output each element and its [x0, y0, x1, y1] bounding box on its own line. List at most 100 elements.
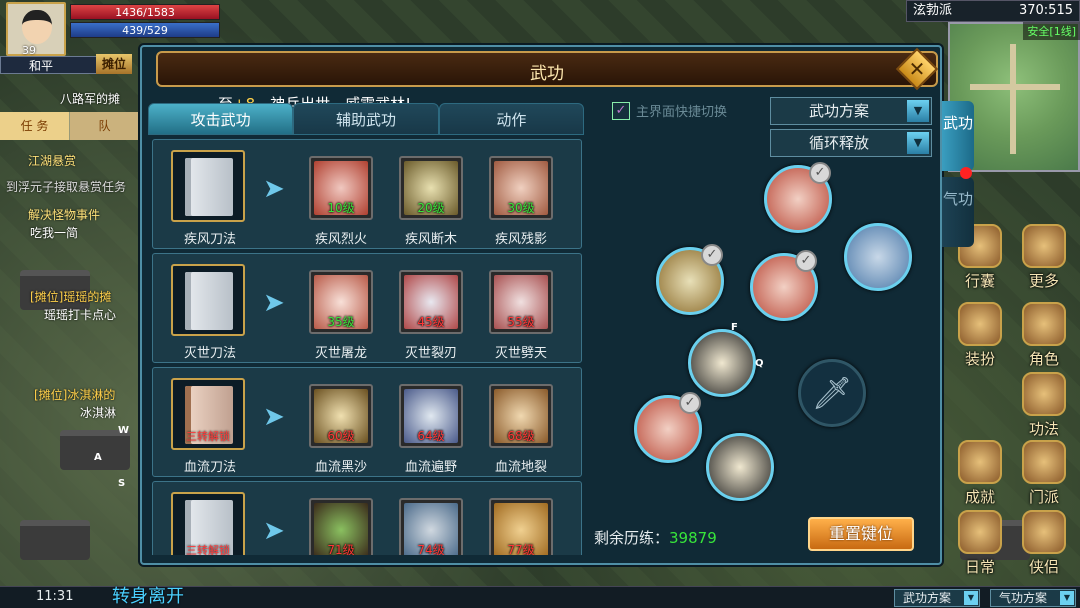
- tab-team[interactable]: 队: [70, 112, 140, 140]
- skill-book[interactable]: 三转解锁: [171, 492, 245, 555]
- quest-tabs: 任 务 队: [0, 112, 140, 140]
- bottom-qigong-select[interactable]: 气功方案 ▼: [990, 589, 1076, 607]
- quick-switch-toggle[interactable]: ✓ 主界面快捷切换: [612, 101, 727, 120]
- skill-slot[interactable]: 77级: [489, 498, 553, 555]
- feed-line[interactable]: 八路军的摊: [60, 90, 120, 107]
- side-tab-qigong[interactable]: 气功: [942, 177, 974, 247]
- transform-text[interactable]: 转身离开: [112, 582, 184, 608]
- skill-slot[interactable]: 45级: [399, 270, 463, 334]
- skill-name: 血流遍野: [404, 460, 457, 475]
- feed-line[interactable]: [摊位]冰淇淋的: [34, 386, 115, 403]
- skill-slot[interactable]: 10级: [309, 156, 373, 220]
- wheel-skill-slot[interactable]: ✓: [656, 244, 724, 315]
- menu-partner[interactable]: 侠侣: [1012, 510, 1076, 577]
- tab-support[interactable]: 辅助武功: [293, 103, 439, 135]
- skill-book[interactable]: [171, 264, 245, 336]
- skill-slot[interactable]: 68级: [489, 384, 553, 448]
- sect-icon: [1022, 440, 1066, 484]
- skill-book[interactable]: 三转解锁: [171, 378, 245, 450]
- wheel-skill-slot[interactable]: ✓: [750, 250, 818, 321]
- skill-row: 疾风刀法 ➤ 10级 疾风烈火 20级 疾风断木 30级 疾风残影: [152, 139, 582, 249]
- hp-bar: 1436/1583: [70, 4, 220, 20]
- arrow-icon: ➤: [263, 516, 285, 546]
- sword-icon: 🗡: [811, 374, 853, 412]
- menu-more[interactable]: 更多: [1012, 224, 1076, 291]
- character-icon: [1022, 302, 1066, 346]
- chevron-down-icon: ▼: [1060, 591, 1074, 605]
- skill-slot[interactable]: 20级: [399, 156, 463, 220]
- skill-scheme-select[interactable]: 武功方案 ▼: [770, 97, 932, 125]
- cast-mode-select[interactable]: 循环释放 ▼: [770, 129, 932, 157]
- menu-skills[interactable]: 功法: [1012, 372, 1076, 439]
- skill-row: 灭世刀法 ➤ 35级 灭世屠龙 45级 灭世裂刃 55级 灭世劈天: [152, 253, 582, 363]
- menu-costume[interactable]: 装扮: [948, 302, 1012, 369]
- menu-character[interactable]: 角色: [1012, 302, 1076, 369]
- feed-line[interactable]: [摊位]瑶瑶的摊: [30, 288, 111, 305]
- wheel-skill-slot[interactable]: [706, 433, 774, 501]
- stall-button[interactable]: 摊位: [96, 54, 132, 74]
- skill-slot[interactable]: 74级: [399, 498, 463, 555]
- world-house: [20, 520, 90, 560]
- chevron-down-icon: ▼: [964, 591, 978, 605]
- wheel-skill-slot[interactable]: ✓: [764, 162, 832, 233]
- skill-book[interactable]: [171, 150, 245, 222]
- panel-title: 武功: [530, 64, 564, 84]
- skill-slot[interactable]: 35级: [309, 270, 373, 334]
- feed-line[interactable]: 到浮元子接取悬赏任务: [6, 178, 126, 195]
- notification-dot: [960, 167, 972, 179]
- close-icon: ✕: [908, 57, 926, 81]
- book-name: 血流刀法: [183, 460, 236, 475]
- reset-keys-button[interactable]: 重置键位: [808, 517, 914, 551]
- player-avatar[interactable]: 39: [6, 2, 66, 57]
- skill-slot[interactable]: 64级: [399, 384, 463, 448]
- arrow-icon: ➤: [263, 288, 285, 318]
- key-a: A: [94, 452, 102, 463]
- pk-mode-select[interactable]: 和平: [0, 56, 100, 74]
- skill-slot[interactable]: 55级: [489, 270, 553, 334]
- wheel-skill-slot[interactable]: F Q: [688, 322, 764, 397]
- panel-header: 武功 ✕: [156, 47, 939, 91]
- key-q-label: Q: [755, 358, 764, 369]
- skill-row: 三转解锁 血流刀法 ➤ 60级 血流黑沙 64级 血流遍野 68级 血流地裂: [152, 367, 582, 477]
- wheel-skill-slot[interactable]: ✓: [634, 392, 702, 463]
- calendar-icon: [958, 510, 1002, 554]
- skill-slot[interactable]: 71级: [309, 498, 373, 555]
- feed-line[interactable]: 解决怪物事件: [28, 206, 100, 223]
- book-name: 疾风刀法: [183, 232, 236, 247]
- skill-slot[interactable]: 30级: [489, 156, 553, 220]
- partner-icon: [1022, 510, 1066, 554]
- trophy-icon: [958, 440, 1002, 484]
- tab-quest[interactable]: 任 务: [0, 112, 70, 140]
- map-coords: 370:515: [1018, 3, 1073, 18]
- feed-line: 冰淇淋: [80, 406, 117, 420]
- tab-action[interactable]: 动作: [438, 103, 584, 135]
- skill-list[interactable]: 疾风刀法 ➤ 10级 疾风烈火 20级 疾风断木 30级 疾风残影 灭世刀法 ➤…: [152, 139, 582, 555]
- chevron-down-icon: ▼: [907, 132, 929, 154]
- skill-name: 灭世屠龙: [314, 346, 367, 361]
- key-f-label: F: [731, 322, 738, 333]
- menu-achievement[interactable]: 成就: [948, 440, 1012, 507]
- mp-bar: 439/529: [70, 22, 220, 38]
- wheel-skill-slot[interactable]: [844, 223, 912, 291]
- chevron-down-icon: ▼: [907, 100, 929, 122]
- menu-sect[interactable]: 门派: [1012, 440, 1076, 507]
- check-icon: ✓: [679, 392, 701, 414]
- feed-line[interactable]: 江湖悬赏: [28, 152, 76, 169]
- skill-name: 血流黑沙: [314, 460, 367, 475]
- map-name: 泫勃派: [913, 3, 953, 18]
- checkbox-icon[interactable]: ✓: [612, 101, 630, 120]
- check-icon: ✓: [809, 162, 831, 184]
- skill-name: 疾风残影: [494, 232, 547, 247]
- tab-attack[interactable]: 攻击武功: [148, 103, 294, 135]
- safe-zone-tag: 安全[1线]: [1023, 22, 1080, 40]
- wheel-basic-attack[interactable]: 🗡: [798, 359, 866, 427]
- side-tab-martial[interactable]: 武功: [942, 101, 974, 171]
- skill-slot[interactable]: 60级: [309, 384, 373, 448]
- skill-name: 灭世裂刃: [404, 346, 457, 361]
- skill-row: 三转解锁 ➤ 71级 74级 77级: [152, 481, 582, 555]
- skill-name: 疾风烈火: [314, 232, 367, 247]
- menu-daily[interactable]: 日常: [948, 510, 1012, 577]
- bottom-scheme-select[interactable]: 武功方案 ▼: [894, 589, 980, 607]
- key-s: S: [118, 478, 126, 489]
- remaining-exp: 剩余历练：39879: [594, 529, 717, 547]
